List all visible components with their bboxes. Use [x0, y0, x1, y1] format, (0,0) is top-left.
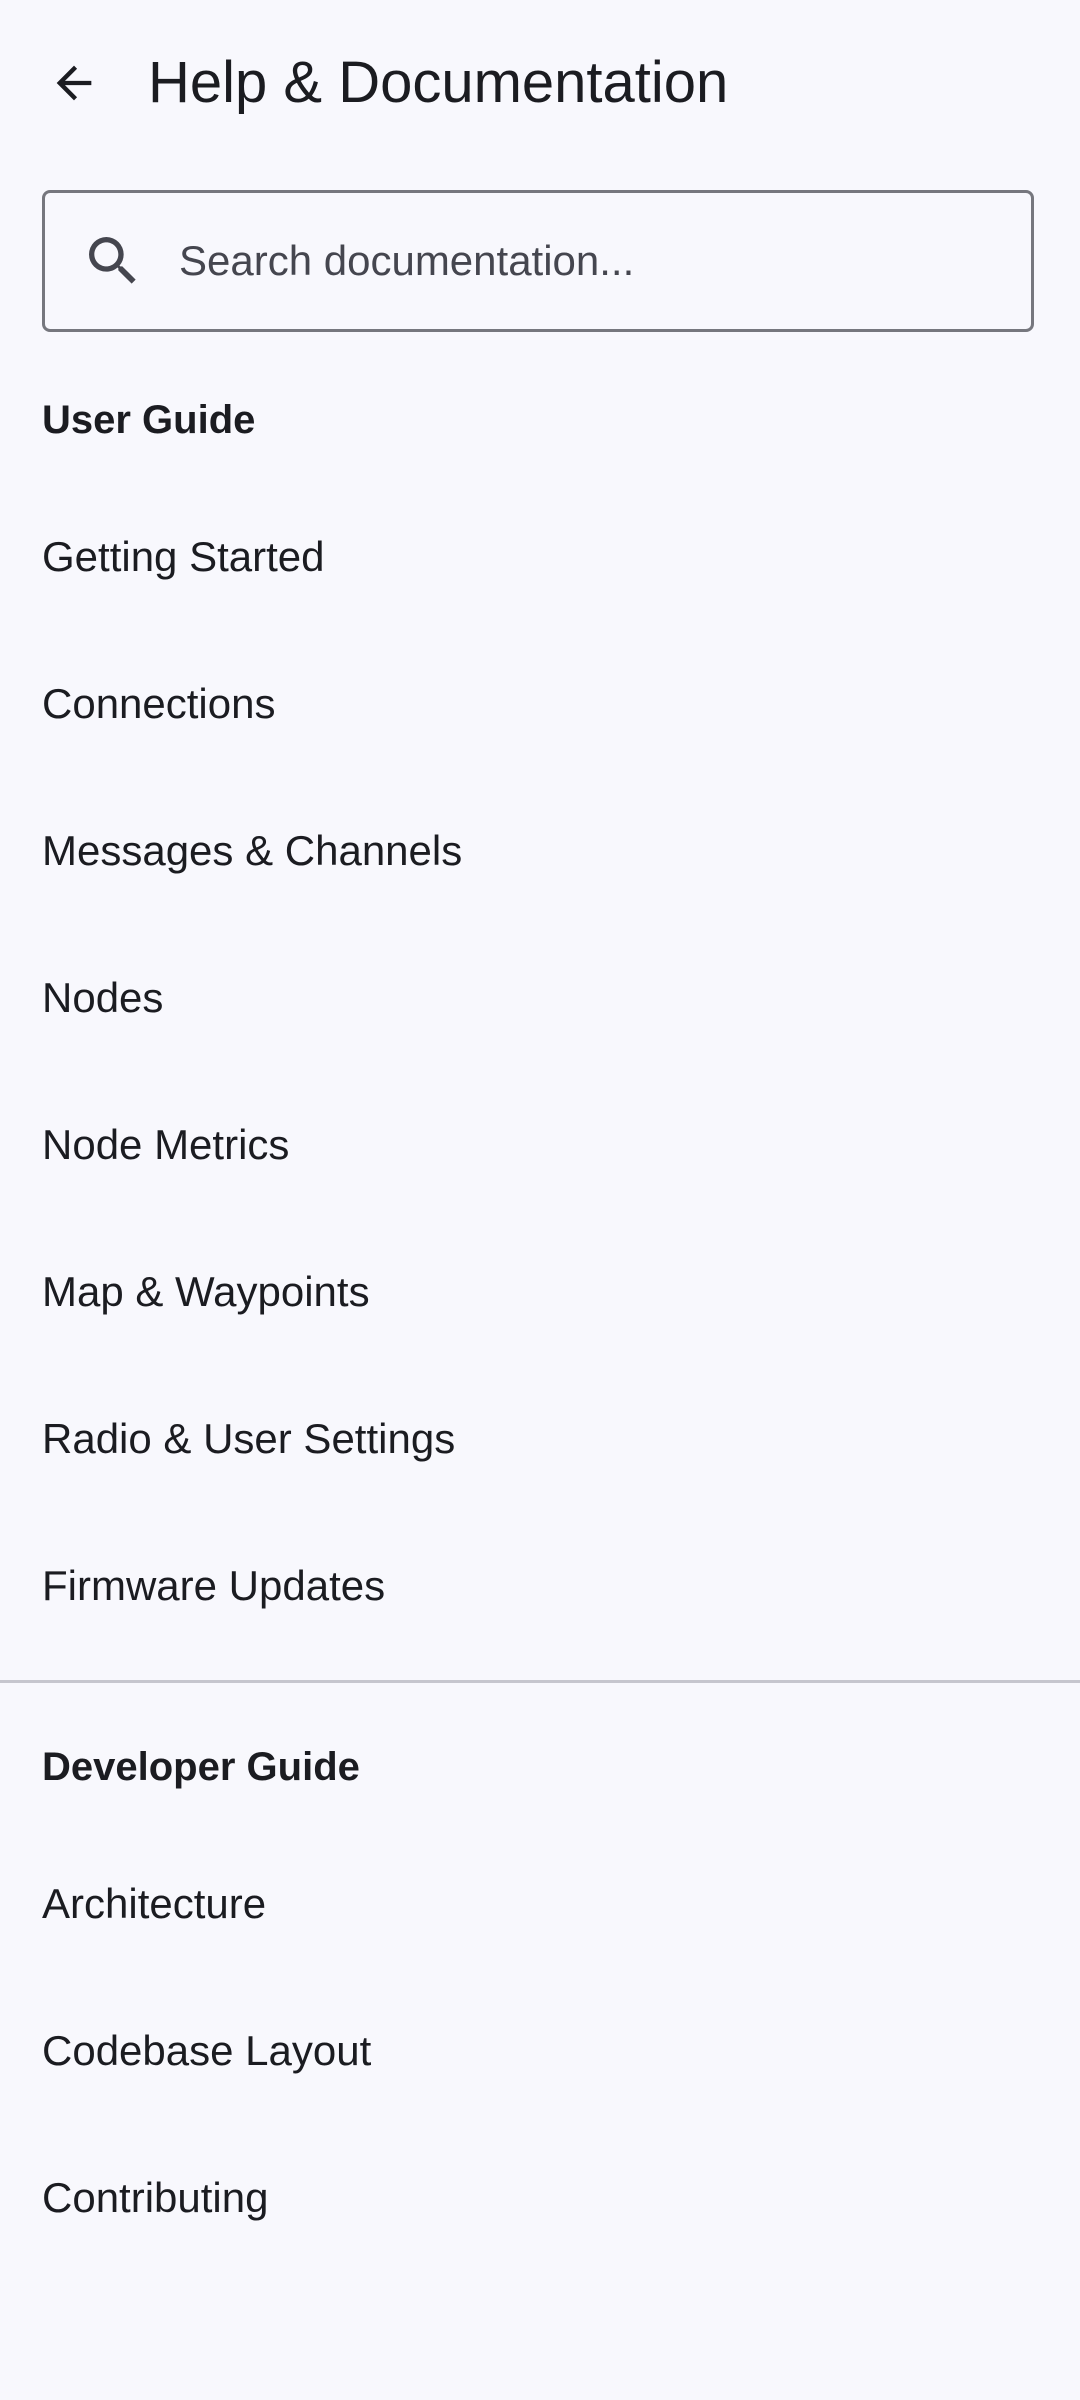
- list-item-label: Node Metrics: [42, 1121, 290, 1168]
- list-item-getting-started[interactable]: Getting Started: [0, 484, 1080, 631]
- list-item-label: Messages & Channels: [42, 827, 463, 874]
- list-item-messages-channels[interactable]: Messages & Channels: [0, 778, 1080, 925]
- list-item-label: Architecture: [42, 1880, 267, 1927]
- page-title: Help & Documentation: [148, 50, 729, 115]
- top-app-bar: Help & Documentation: [0, 0, 1080, 168]
- search-input[interactable]: [179, 193, 999, 329]
- list-item-node-metrics[interactable]: Node Metrics: [0, 1072, 1080, 1219]
- list-item-label: Codebase Layout: [42, 2027, 372, 2074]
- list-item-label: Getting Started: [42, 533, 325, 580]
- list-item-label: Map & Waypoints: [42, 1268, 370, 1315]
- search-field[interactable]: [42, 190, 1034, 332]
- list-item-contributing[interactable]: Contributing: [0, 2125, 1080, 2272]
- search-icon: [81, 229, 145, 293]
- list-item-radio-user-settings[interactable]: Radio & User Settings: [0, 1366, 1080, 1513]
- back-button[interactable]: [34, 40, 114, 126]
- list-item-label: Nodes: [42, 974, 164, 1021]
- list-item-connections[interactable]: Connections: [0, 631, 1080, 778]
- list-item-architecture[interactable]: Architecture: [0, 1831, 1080, 1978]
- list-item-nodes[interactable]: Nodes: [0, 925, 1080, 1072]
- section-divider: [0, 1680, 1080, 1683]
- arrow-back-icon: [56, 65, 92, 101]
- list-item-label: Connections: [42, 680, 276, 727]
- list-item-codebase-layout[interactable]: Codebase Layout: [0, 1978, 1080, 2125]
- list-item-label: Contributing: [42, 2174, 269, 2221]
- list-item-firmware-updates[interactable]: Firmware Updates: [0, 1513, 1080, 1660]
- list-item-label: Firmware Updates: [42, 1562, 386, 1609]
- section-header-user-guide: User Guide: [42, 398, 256, 442]
- section-header-developer-guide: Developer Guide: [42, 1745, 360, 1789]
- list-item-map-waypoints[interactable]: Map & Waypoints: [0, 1219, 1080, 1366]
- list-item-label: Radio & User Settings: [42, 1415, 456, 1462]
